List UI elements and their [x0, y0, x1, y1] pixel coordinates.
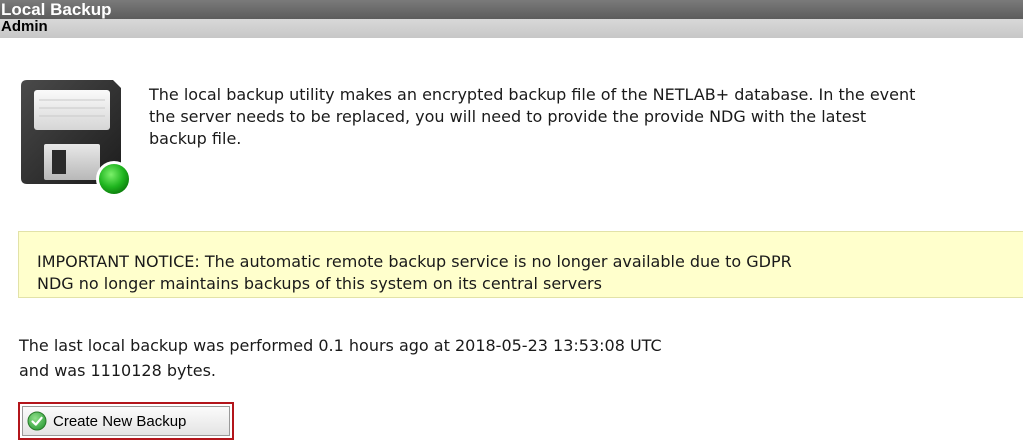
- backup-status: The last local backup was performed 0.1 …: [19, 333, 999, 383]
- status-line-1: The last local backup was performed 0.1 …: [19, 336, 662, 355]
- create-backup-button[interactable]: Create New Backup: [22, 406, 230, 436]
- check-circle-icon: [27, 411, 47, 431]
- important-notice: IMPORTANT NOTICE: The automatic remote b…: [18, 231, 1023, 298]
- intro-description: The local backup utility makes an encryp…: [149, 85, 916, 148]
- notice-text: IMPORTANT NOTICE: The automatic remote b…: [37, 251, 1023, 295]
- notice-line-2: NDG no longer maintains backups of this …: [37, 274, 602, 293]
- page-header: Local Backup Admin: [0, 0, 1023, 55]
- status-line-2: and was 1110128 bytes.: [19, 361, 217, 380]
- create-backup-label: Create New Backup: [53, 412, 187, 430]
- intro-section: The local backup utility makes an encryp…: [13, 78, 1013, 203]
- page-title: Local Backup: [0, 0, 1023, 19]
- create-backup-focus-ring: Create New Backup: [18, 402, 234, 440]
- floppy-disk-icon: [21, 80, 132, 197]
- page-subtitle: Admin: [0, 19, 1023, 38]
- notice-line-1: IMPORTANT NOTICE: The automatic remote b…: [37, 252, 792, 271]
